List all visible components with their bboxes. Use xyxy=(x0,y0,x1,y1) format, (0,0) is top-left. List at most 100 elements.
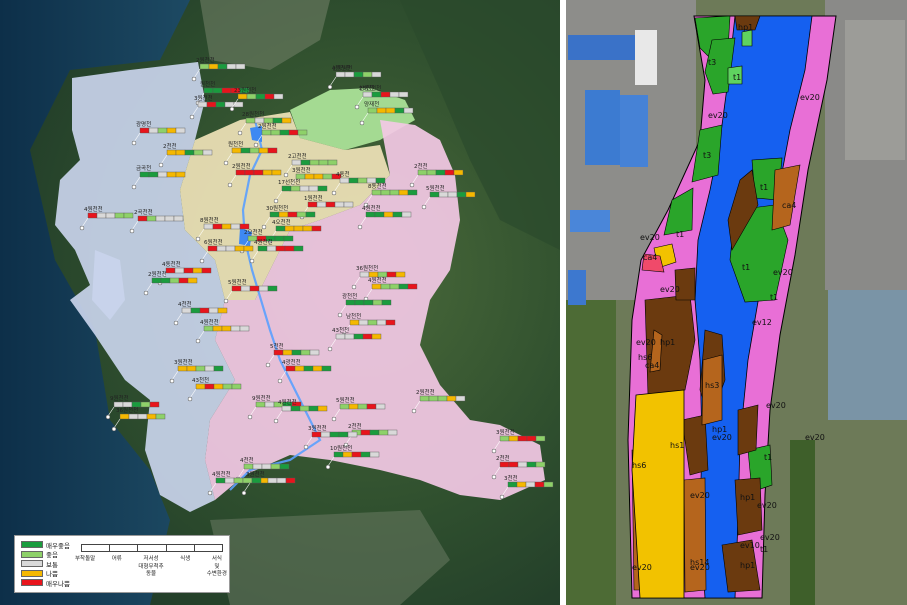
site-marker[interactable] xyxy=(237,130,243,136)
health-grade-cell xyxy=(258,147,269,154)
site-marker[interactable] xyxy=(241,490,247,496)
site-marker[interactable] xyxy=(253,142,259,148)
site-marker[interactable] xyxy=(409,182,415,188)
site-label: 2원천천 xyxy=(148,270,167,278)
site-marker[interactable] xyxy=(247,414,253,420)
site-marker[interactable] xyxy=(169,378,175,384)
site-marker[interactable] xyxy=(111,426,117,432)
site-marker[interactable] xyxy=(327,346,333,352)
health-grade-cell xyxy=(407,189,418,196)
health-grade-cell xyxy=(217,63,228,70)
health-grade-cell xyxy=(401,211,412,218)
site-marker[interactable] xyxy=(351,284,357,290)
site-marker[interactable] xyxy=(227,182,233,188)
site-marker[interactable] xyxy=(131,184,137,190)
site-label: 남천천 xyxy=(346,312,361,320)
site-label: 36원천천 xyxy=(116,406,138,414)
site-marker[interactable] xyxy=(283,172,289,178)
site-label: 3원천천 xyxy=(174,358,193,366)
site-marker[interactable] xyxy=(331,416,337,422)
health-grade-cell xyxy=(208,307,219,314)
vegetation-code-label: t3 xyxy=(708,58,716,67)
site-marker[interactable] xyxy=(223,160,229,166)
site-label: 원천천 xyxy=(200,80,215,88)
site-marker[interactable] xyxy=(331,190,337,196)
site-marker[interactable] xyxy=(158,162,164,168)
health-grade-cell xyxy=(201,267,212,274)
site-marker[interactable] xyxy=(173,320,179,326)
blue-roof-1 xyxy=(568,35,638,60)
site-marker[interactable] xyxy=(273,418,279,424)
site-marker[interactable] xyxy=(337,312,343,318)
health-grade-cell xyxy=(360,451,371,458)
site-marker[interactable] xyxy=(303,444,309,450)
site-marker[interactable] xyxy=(199,258,205,264)
site-marker[interactable] xyxy=(277,378,283,384)
site-marker[interactable] xyxy=(499,494,505,500)
site-marker[interactable] xyxy=(357,224,363,230)
health-grade-cell xyxy=(429,191,440,198)
site-label: 30원천천 xyxy=(266,204,288,212)
health-grade-cell xyxy=(508,435,519,442)
site-label: 8동천천 xyxy=(368,182,387,190)
health-grade-cell xyxy=(354,299,365,306)
site-marker[interactable] xyxy=(189,114,195,120)
health-grade-cell xyxy=(149,401,160,408)
health-grade-cell xyxy=(244,169,255,176)
site-marker[interactable] xyxy=(411,408,417,414)
health-grade-cell xyxy=(105,212,116,219)
health-grade-cell xyxy=(169,277,180,284)
site-marker[interactable] xyxy=(143,290,149,296)
site-marker[interactable] xyxy=(273,198,279,204)
health-grade-cell xyxy=(287,211,298,218)
health-grade-cell xyxy=(309,159,320,166)
site-marker[interactable] xyxy=(359,120,365,126)
site-marker[interactable] xyxy=(265,362,271,368)
site-marker[interactable] xyxy=(325,464,331,470)
site-marker[interactable] xyxy=(131,140,137,146)
veg-patch-annual-2 xyxy=(701,354,723,426)
health-grade-cell xyxy=(166,149,177,156)
site-marker[interactable] xyxy=(207,490,213,496)
site-marker[interactable] xyxy=(354,104,360,110)
site-marker[interactable] xyxy=(195,338,201,344)
legend-label: 좋음 xyxy=(46,551,58,560)
site-marker[interactable] xyxy=(79,225,85,231)
health-grade-cell xyxy=(317,185,328,192)
health-grade-cell xyxy=(160,277,171,284)
site-marker[interactable] xyxy=(229,106,235,112)
site-label: 2고천천 xyxy=(288,152,307,160)
vegetation-classification-map[interactable]: hp1 t1 t3 ev20 ev20 t3 t1 ca4 ev20 t1 ev20 ev12 t1 ev… xyxy=(566,0,907,605)
site-label: 2원천천 xyxy=(232,162,251,170)
site-marker[interactable] xyxy=(249,258,255,264)
site-marker[interactable] xyxy=(195,236,201,242)
site-marker[interactable] xyxy=(421,204,427,210)
health-grade-cell xyxy=(166,171,177,178)
site-marker[interactable] xyxy=(187,396,193,402)
site-marker[interactable] xyxy=(491,448,497,454)
health-grade-cell xyxy=(360,429,371,436)
health-grade-cell xyxy=(305,211,316,218)
site-marker[interactable] xyxy=(223,298,229,304)
health-grade-cell xyxy=(351,451,362,458)
health-grade-cell xyxy=(226,63,237,70)
vegetation-code-label: ev20 xyxy=(712,433,732,442)
health-grade-cell xyxy=(242,477,253,484)
site-marker[interactable] xyxy=(261,224,267,230)
site-marker[interactable] xyxy=(129,228,135,234)
site-marker[interactable] xyxy=(327,84,333,90)
health-grade-cell xyxy=(204,383,215,390)
health-grade-cell xyxy=(297,129,308,136)
site-marker[interactable] xyxy=(491,474,497,480)
health-grade-cell xyxy=(327,159,338,166)
site-label: 3원천천 xyxy=(496,428,515,436)
watershed-health-map[interactable]: 신등남천 신동천 양재천 2원천천 원천천 3원천천 23원천천 28원천천 2원천천 광명천 2천… xyxy=(0,0,560,605)
health-grade-cell xyxy=(499,435,510,442)
health-grade-cell xyxy=(146,215,157,222)
health-grade-cell xyxy=(321,365,332,372)
site-marker[interactable] xyxy=(105,414,111,420)
health-grade-cell xyxy=(453,169,464,176)
site-marker[interactable] xyxy=(191,76,197,82)
health-grade-cell xyxy=(392,211,403,218)
health-grade-cell xyxy=(273,93,284,100)
